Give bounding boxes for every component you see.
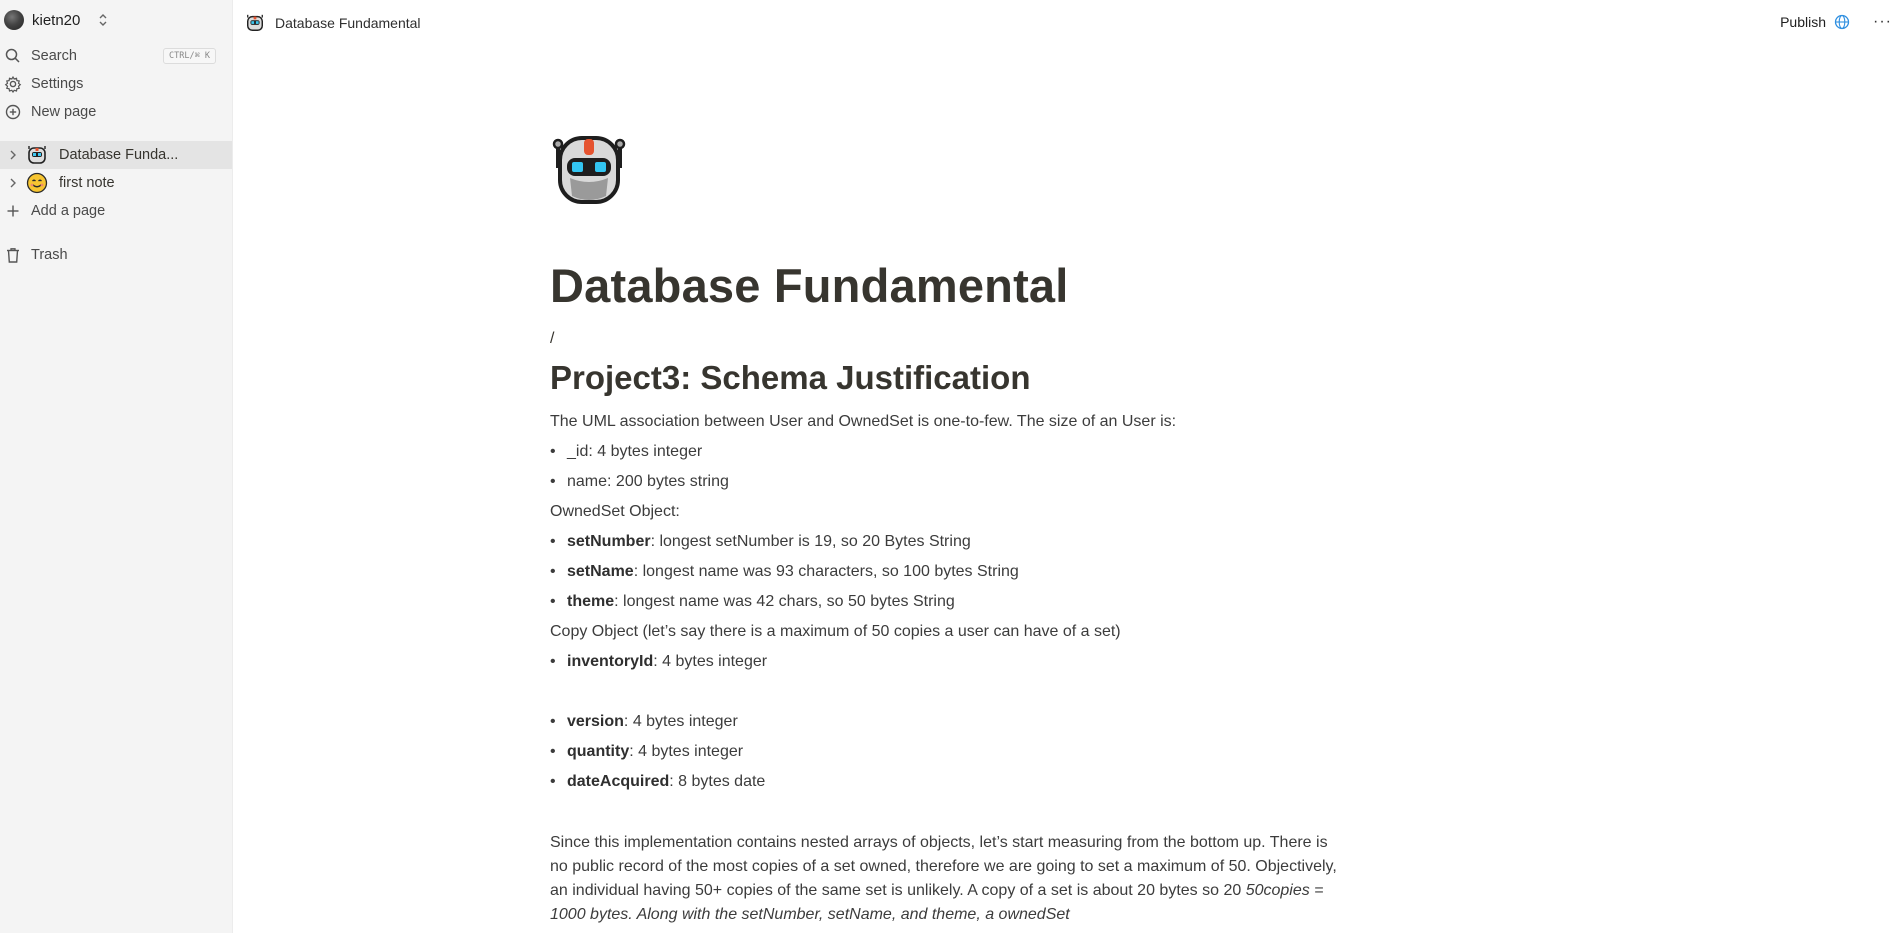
- trash-icon: [7, 248, 19, 263]
- paragraph[interactable]: OwnedSet Object:: [550, 503, 680, 521]
- field-desc: : longest name was 42 chars, so 50 bytes…: [614, 593, 955, 610]
- section-heading[interactable]: Project3: Schema Justification: [550, 359, 1030, 397]
- robot-icon: [28, 146, 46, 164]
- smiling-face-icon: [26, 172, 48, 194]
- sidebar-page-label: first note: [59, 175, 115, 191]
- chevron-up-down-icon: [99, 14, 107, 26]
- list-item[interactable]: • quantity: 4 bytes integer: [550, 743, 743, 761]
- topbar: Database Fundamental Publish ···: [233, 0, 1898, 46]
- gear-icon: [4, 75, 22, 93]
- list-item-text: name: 200 bytes string: [567, 473, 729, 490]
- settings-label: Settings: [31, 76, 84, 92]
- add-page-label: Add a page: [31, 203, 106, 219]
- field-name: setNumber: [567, 533, 651, 550]
- list-item[interactable]: • theme: longest name was 42 chars, so 50…: [550, 593, 955, 611]
- plus-circle-icon: [5, 104, 21, 120]
- sidebar: kietn20 Search CTRL/⌘ K Settings New pag…: [0, 0, 233, 933]
- more-options-button[interactable]: ···: [1873, 13, 1892, 31]
- globe-icon: [1834, 14, 1850, 30]
- plus-icon: [7, 205, 19, 217]
- list-item-text: _id: 4 bytes integer: [567, 443, 703, 460]
- field-desc: : 4 bytes integer: [653, 653, 768, 670]
- robot-icon[interactable]: [550, 128, 628, 206]
- bullet-dot: •: [550, 773, 556, 790]
- settings-button[interactable]: Settings: [4, 72, 224, 96]
- search-button[interactable]: Search CTRL/⌘ K: [4, 44, 224, 68]
- bullet-dot: •: [550, 443, 556, 460]
- sidebar-page-label: Database Funda...: [59, 147, 179, 163]
- list-item[interactable]: • inventoryId: 4 bytes integer: [550, 653, 767, 671]
- bullet-dot: •: [550, 653, 556, 670]
- field-name: quantity: [567, 743, 630, 760]
- breadcrumb[interactable]: Database Fundamental: [245, 13, 421, 33]
- avatar: [4, 10, 24, 30]
- field-desc: : 8 bytes date: [669, 773, 766, 790]
- workspace-switcher[interactable]: kietn20: [4, 8, 110, 32]
- search-label: Search: [31, 48, 77, 64]
- publish-button[interactable]: Publish: [1780, 14, 1850, 30]
- list-item[interactable]: • dateAcquired: 8 bytes date: [550, 773, 765, 791]
- trash-button[interactable]: Trash: [4, 243, 224, 267]
- list-item[interactable]: • version: 4 bytes integer: [550, 713, 738, 731]
- page-title[interactable]: Database Fundamental: [550, 258, 1069, 313]
- search-icon: [5, 48, 20, 63]
- sidebar-page-first-note[interactable]: first note: [0, 169, 232, 197]
- bullet-dot: •: [550, 713, 556, 730]
- robot-icon: [247, 14, 263, 31]
- sidebar-page-database-fundamental[interactable]: Database Funda...: [0, 141, 232, 169]
- field-name: dateAcquired: [567, 773, 670, 790]
- field-name: setName: [567, 563, 634, 580]
- list-item[interactable]: • setNumber: longest setNumber is 19, so …: [550, 533, 971, 551]
- chevron-right-icon[interactable]: [5, 175, 21, 191]
- bullet-dot: •: [550, 473, 556, 490]
- field-desc: : longest name was 93 characters, so 100…: [633, 563, 1019, 580]
- trash-label: Trash: [31, 247, 68, 263]
- bullet-dot: •: [550, 593, 556, 610]
- list-item[interactable]: • name: 200 bytes string: [550, 473, 729, 491]
- chevron-right-icon[interactable]: [5, 147, 21, 163]
- field-name: version: [567, 713, 624, 730]
- bullet-dot: •: [550, 743, 556, 760]
- list-item[interactable]: • _id: 4 bytes integer: [550, 443, 702, 461]
- field-desc: : 4 bytes integer: [629, 743, 744, 760]
- bullet-dot: •: [550, 563, 556, 580]
- paragraph[interactable]: The UML association between User and Own…: [550, 413, 1176, 431]
- add-page-button[interactable]: Add a page: [4, 199, 224, 223]
- slash-command-text[interactable]: /: [550, 330, 554, 348]
- publish-label: Publish: [1780, 14, 1826, 30]
- search-shortcut: CTRL/⌘ K: [163, 48, 216, 64]
- field-name: theme: [567, 593, 615, 610]
- list-item[interactable]: • setName: longest name was 93 characters…: [550, 563, 1019, 581]
- field-name: inventoryId: [567, 653, 654, 670]
- paragraph-text: Since this implementation contains neste…: [550, 834, 1337, 899]
- new-page-button[interactable]: New page: [4, 100, 224, 124]
- paragraph[interactable]: Since this implementation contains neste…: [550, 831, 1340, 927]
- field-desc: : longest setNumber is 19, so 20 Bytes S…: [650, 533, 971, 550]
- workspace-name: kietn20: [32, 11, 81, 29]
- new-page-label: New page: [31, 104, 97, 120]
- paragraph[interactable]: Copy Object (let’s say there is a maximu…: [550, 623, 1121, 641]
- bullet-dot: •: [550, 533, 556, 550]
- breadcrumb-label: Database Fundamental: [275, 15, 421, 31]
- field-desc: : 4 bytes integer: [623, 713, 738, 730]
